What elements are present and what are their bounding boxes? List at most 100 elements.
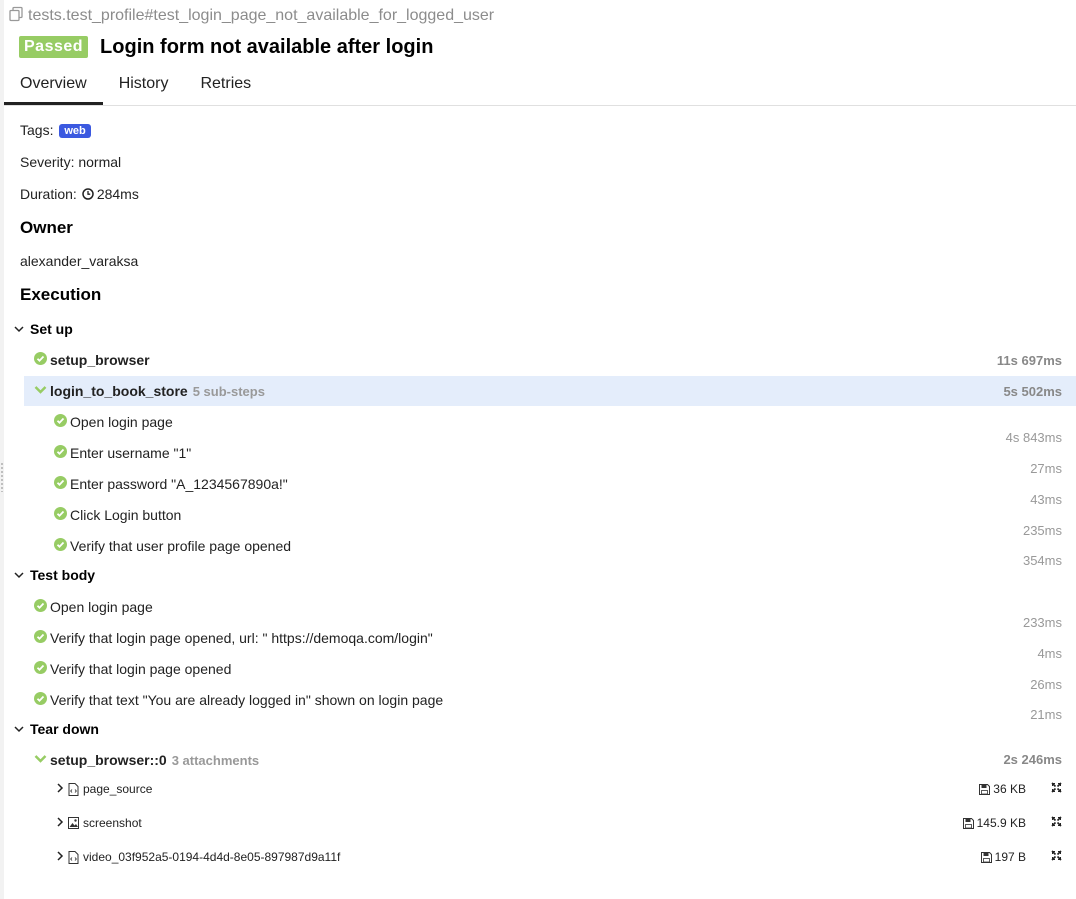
chevron-right-icon	[56, 850, 64, 864]
step-name: login_to_book_store	[50, 383, 188, 399]
substep-duration: 27ms	[1030, 461, 1062, 476]
step-duration: 5s 502ms	[1003, 384, 1062, 399]
image-file-icon	[68, 817, 79, 829]
stage-label: Set up	[30, 321, 73, 337]
expand-icon[interactable]	[1051, 816, 1062, 830]
floppy-disk-icon	[979, 783, 991, 795]
stage-tear-down[interactable]: Tear down	[14, 721, 99, 737]
substep-name: Open login page	[70, 414, 173, 430]
substep[interactable]: Verify that user profile page opened	[54, 538, 291, 554]
stage-test-body[interactable]: Test body	[14, 567, 95, 583]
substep-name: Enter username "1"	[70, 445, 192, 461]
owner-name: alexander_varaksa	[20, 253, 139, 269]
check-circle-icon	[34, 599, 47, 615]
substep[interactable]: Enter password "A_1234567890a!"	[54, 476, 288, 492]
substep-duration: 235ms	[1022, 523, 1062, 538]
substep-duration: 43ms	[1030, 492, 1062, 507]
step[interactable]: Verify that text "You are already logged…	[34, 692, 443, 708]
attachment-row[interactable]: video_03f952a5-0194-4d4d-8e05-897987d9a1…	[56, 850, 1066, 864]
substep-duration: 4s 843ms	[1005, 430, 1062, 445]
check-circle-icon	[34, 661, 47, 677]
floppy-disk-icon	[980, 851, 992, 863]
code-file-icon	[68, 782, 79, 796]
duration-row: Duration: 284ms	[20, 186, 139, 202]
step-duration: 11s 697ms	[996, 353, 1062, 368]
clock-icon	[82, 188, 94, 200]
step-duration: 26ms	[1030, 677, 1062, 692]
tab-bar: Overview History Retries	[4, 66, 1076, 106]
substep[interactable]: Enter username "1"	[54, 445, 191, 461]
floppy-disk-icon	[962, 817, 974, 829]
substep[interactable]: Click Login button	[54, 507, 181, 523]
code-file-icon	[68, 850, 79, 864]
step-login-to-book-store[interactable]: login_to_book_store 5 sub-steps	[34, 383, 265, 399]
tags-label: Tags:	[20, 122, 54, 138]
check-circle-icon	[34, 630, 47, 646]
chevron-right-icon	[56, 782, 64, 796]
check-circle-icon	[54, 538, 67, 554]
page-title: Login form not available after login	[100, 35, 434, 58]
substep-name: Verify that user profile page opened	[70, 538, 292, 554]
attachment-name: screenshot	[83, 816, 142, 830]
check-circle-icon	[54, 414, 67, 430]
attachment-row[interactable]: page_source 36 KB	[56, 782, 1066, 796]
stage-label: Test body	[30, 567, 96, 583]
substep-name: Click Login button	[70, 507, 182, 523]
check-circle-icon	[34, 352, 47, 368]
chevron-down-icon	[14, 321, 30, 337]
chevron-down-icon	[34, 752, 47, 768]
step-name: Verify that login page opened	[50, 661, 232, 677]
check-circle-icon	[54, 476, 67, 492]
step-name: Verify that text "You are already logged…	[50, 692, 444, 708]
substep[interactable]: Open login page	[54, 414, 173, 430]
check-circle-icon	[54, 507, 67, 523]
step[interactable]: Verify that login page opened, url: " ht…	[34, 630, 433, 646]
chevron-right-icon	[56, 816, 64, 830]
attachment-size: 36 KB	[979, 782, 1026, 796]
tab-history[interactable]: History	[103, 66, 185, 105]
substeps-count: 5 sub-steps	[192, 383, 265, 399]
test-full-name: tests.test_profile#test_login_page_not_a…	[28, 7, 495, 24]
step-setup-browser[interactable]: setup_browser	[34, 352, 150, 368]
attachment-name: video_03f952a5-0194-4d4d-8e05-897987d9a1…	[83, 850, 341, 864]
expand-icon[interactable]	[1051, 782, 1062, 796]
resize-handle[interactable]	[0, 462, 4, 492]
substep-duration: 354ms	[1022, 553, 1062, 568]
attachment-size: 197 B	[980, 850, 1026, 864]
step-duration: 233ms	[1022, 615, 1062, 630]
expand-icon[interactable]	[1051, 850, 1062, 864]
tab-retries[interactable]: Retries	[184, 66, 267, 105]
duration-label: Duration:	[20, 186, 77, 202]
severity: Severity: normal	[20, 154, 122, 170]
attachment-row[interactable]: screenshot 145.9 KB	[56, 816, 1066, 830]
step-name: setup_browser	[50, 352, 150, 368]
step[interactable]: Open login page	[34, 599, 153, 615]
step-name: setup_browser::0	[50, 752, 167, 768]
step-duration: 4ms	[1037, 646, 1062, 661]
tags-row: Tags: web	[20, 122, 91, 138]
step[interactable]: Verify that login page opened	[34, 661, 231, 677]
tag-badge[interactable]: web	[59, 124, 91, 138]
attachment-name: page_source	[83, 782, 153, 796]
copy-icon[interactable]	[8, 6, 28, 27]
step-name: Verify that login page opened, url: " ht…	[50, 630, 433, 646]
chevron-down-icon	[14, 721, 30, 737]
step-duration: 2s 246ms	[1003, 752, 1062, 767]
execution-heading: Execution	[20, 285, 102, 304]
owner-heading: Owner	[20, 218, 73, 237]
chevron-down-icon	[34, 383, 47, 399]
stage-setup[interactable]: Set up	[14, 321, 73, 337]
chevron-down-icon	[14, 567, 30, 583]
step-name: Open login page	[50, 599, 153, 615]
attachment-size: 145.9 KB	[962, 816, 1026, 830]
left-pane-edge	[0, 0, 4, 899]
check-circle-icon	[34, 692, 47, 708]
step-duration: 21ms	[1030, 707, 1062, 722]
tab-overview[interactable]: Overview	[4, 66, 103, 105]
stage-label: Tear down	[30, 721, 99, 737]
step-setup-browser-teardown[interactable]: setup_browser::0 3 attachments	[34, 752, 259, 768]
check-circle-icon	[54, 445, 67, 461]
attachments-count: 3 attachments	[171, 752, 260, 768]
title-row: Passed Login form not available after lo…	[19, 34, 433, 60]
duration-value: 284ms	[96, 186, 139, 202]
